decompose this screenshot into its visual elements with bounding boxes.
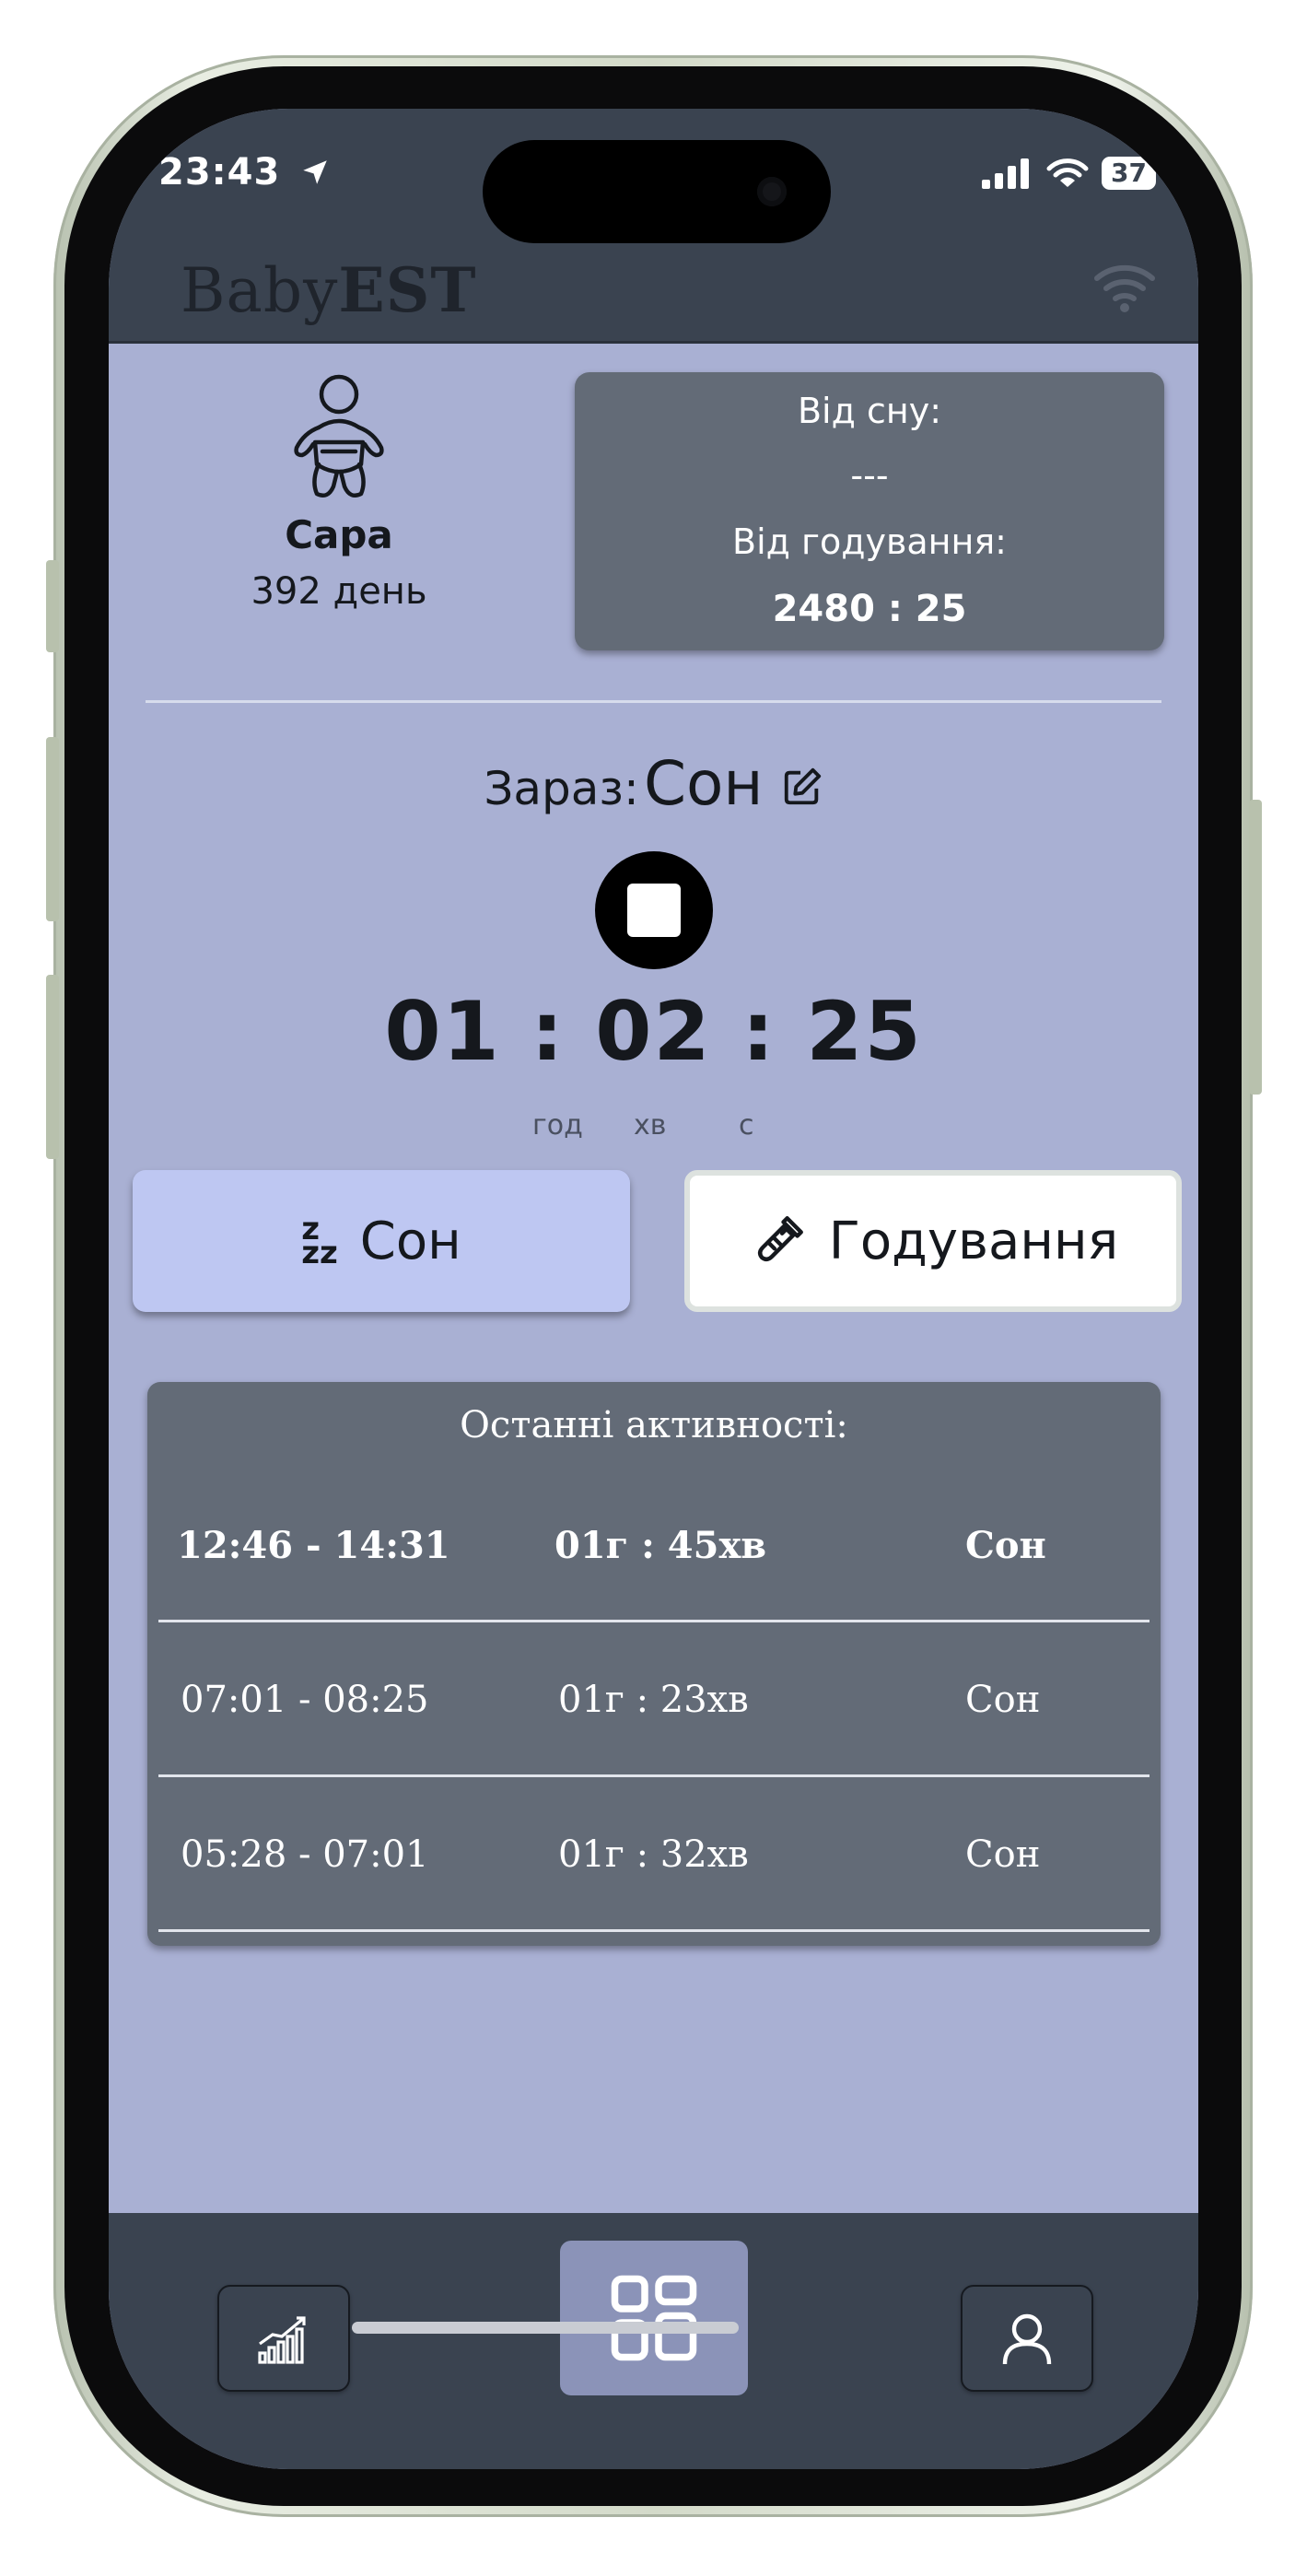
edit-icon[interactable]	[781, 766, 823, 808]
zzz-icon: z zz	[301, 1211, 338, 1271]
stats-nav-button[interactable]	[217, 2285, 350, 2392]
section-divider	[146, 700, 1161, 703]
timer-hours: 01	[384, 984, 501, 1079]
home-nav-button[interactable]	[560, 2241, 748, 2395]
camera-icon	[757, 177, 787, 206]
feeding-button[interactable]: Годування	[684, 1170, 1182, 1312]
status-time-text: 23:43	[158, 151, 281, 193]
grid-icon	[611, 2275, 697, 2361]
activity-time-range: 12:46 - 14:31	[177, 1524, 450, 1567]
volume-down-button	[46, 975, 59, 1159]
activity-type: Сон	[965, 1679, 1041, 1721]
status-icons: 37	[982, 157, 1156, 190]
since-card: Від сну: --- Від годування: 2480 : 25	[575, 372, 1164, 650]
activity-time-range: 05:28 - 07:01	[181, 1833, 429, 1876]
sleep-button[interactable]: z zz Сон	[133, 1170, 630, 1312]
activity-duration: 01г : 23хв	[558, 1679, 749, 1721]
bottle-icon	[757, 1216, 803, 1261]
baby-name: Сара	[285, 512, 393, 557]
recent-activities-card: Останні активності: 12:46 - 14:31 01г : …	[147, 1382, 1161, 1946]
action-button	[46, 560, 59, 652]
feeding-button-label: Годування	[828, 1211, 1119, 1271]
timer-unit-hours: год	[532, 1109, 583, 1142]
wifi-status-icon	[1046, 158, 1089, 187]
signal-icon	[982, 158, 1030, 189]
baby-age: 392 день	[251, 570, 427, 613]
battery-indicator: 37	[1102, 157, 1156, 190]
timer-unit-seconds: с	[739, 1109, 754, 1142]
stop-icon	[627, 884, 681, 937]
timer-separator: :	[531, 984, 566, 1079]
activity-row[interactable]: 07:01 - 08:25 01г : 23хв Сон	[158, 1622, 1149, 1777]
status-time: 23:43	[158, 151, 331, 193]
activity-row[interactable]: 12:46 - 14:31 01г : 45хв Сон	[158, 1467, 1149, 1622]
dynamic-island	[483, 140, 831, 243]
home-indicator[interactable]	[352, 2322, 739, 2334]
power-button	[1249, 800, 1262, 1095]
activity-time-range: 07:01 - 08:25	[181, 1679, 429, 1721]
baby-profile: Сара 392 день	[201, 372, 477, 613]
activity-duration: 01г : 32хв	[558, 1833, 749, 1876]
activity-type: Сон	[965, 1833, 1041, 1876]
activity-duration: 01г : 45хв	[554, 1524, 767, 1567]
volume-up-button	[46, 737, 59, 921]
since-sleep-label: Від сну:	[797, 391, 941, 431]
user-icon	[1002, 2313, 1052, 2365]
since-sleep-value: ---	[850, 455, 889, 496]
chart-icon	[258, 2316, 306, 2364]
current-activity-value: Сон	[643, 748, 764, 819]
bottom-nav	[109, 2213, 1198, 2469]
logo-prefix: Baby	[181, 255, 339, 326]
current-activity-label: Зараз:	[484, 762, 639, 815]
sleep-button-label: Сон	[359, 1211, 461, 1271]
wifi-icon[interactable]	[1091, 258, 1158, 313]
activity-timer: 01 : 02 : 25	[109, 984, 1198, 1079]
location-arrow-icon	[303, 160, 328, 184]
timer-separator: :	[741, 984, 776, 1079]
since-feeding-label: Від годування:	[732, 521, 1007, 562]
app-screen: 23:43 37 BabyEST Сара 392 день Від сну: …	[109, 109, 1198, 2469]
app-logo: BabyEST	[181, 254, 476, 326]
logo-suffix: EST	[338, 254, 477, 326]
timer-seconds: 25	[806, 984, 923, 1079]
activity-type: Сон	[965, 1524, 1046, 1567]
profile-nav-button[interactable]	[961, 2285, 1093, 2392]
recent-activities-title: Останні активності:	[460, 1404, 848, 1446]
timer-minutes: 02	[595, 984, 712, 1079]
activity-row[interactable]: 05:28 - 07:01 01г : 32хв Сон	[158, 1776, 1149, 1932]
current-activity: Зараз: Сон	[109, 748, 1198, 819]
baby-icon	[294, 374, 384, 498]
stop-button[interactable]	[595, 851, 713, 969]
header-bar: 23:43 37 BabyEST	[109, 109, 1198, 344]
timer-unit-minutes: хв	[634, 1109, 667, 1142]
since-feeding-value: 2480 : 25	[772, 588, 967, 630]
